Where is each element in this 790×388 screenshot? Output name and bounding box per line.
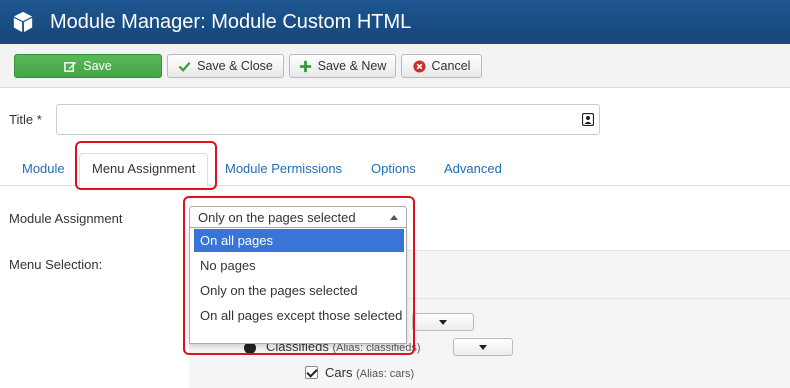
tab-options[interactable]: Options [371, 161, 416, 176]
caret-down-icon [479, 345, 487, 350]
menu-item-cars[interactable]: Cars (Alias: cars) [325, 365, 414, 380]
title-field[interactable] [56, 104, 600, 135]
save-button[interactable]: Save [14, 54, 162, 78]
option-no-pages[interactable]: No pages [194, 258, 404, 273]
cars-checkbox[interactable] [305, 366, 318, 379]
title-field-label: Title * [9, 112, 42, 127]
option-all-except-selected[interactable]: On all pages except those selected [194, 308, 404, 323]
module-assignment-label: Module Assignment [9, 211, 123, 226]
option-on-all-pages[interactable]: On all pages [194, 229, 404, 252]
option-only-selected[interactable]: Only on the pages selected [194, 283, 404, 298]
tab-menu-assignment[interactable]: Menu Assignment [79, 153, 209, 187]
menu-selection-label: Menu Selection: [9, 257, 103, 272]
checkmark-icon [178, 61, 191, 72]
page-header: Module Manager: Module Custom HTML [0, 0, 790, 44]
cancel-button-label: Cancel [431, 59, 471, 73]
save-new-button-label: Save & New [317, 59, 387, 73]
module-assignment-dropdown: On all pages No pages Only on the pages … [189, 228, 407, 344]
menu-item-alias: (Alias: cars) [356, 368, 415, 380]
tab-advanced[interactable]: Advanced [444, 161, 502, 176]
plus-icon [299, 60, 311, 72]
cancel-button[interactable]: Cancel [401, 54, 482, 78]
id-card-icon [582, 113, 594, 126]
save-new-button[interactable]: Save & New [289, 54, 396, 78]
edit-icon [64, 61, 77, 72]
page-title: Module Manager: Module Custom HTML [50, 10, 412, 33]
selected-value: Only on the pages selected [198, 210, 356, 225]
caret-down-icon [439, 320, 447, 325]
toolbar: Save Save & Close Save & New Cancel [0, 44, 790, 88]
tab-bar: Module Menu Assignment Module Permission… [0, 153, 790, 187]
module-assignment-select[interactable]: Only on the pages selected [189, 206, 407, 228]
save-close-button-label: Save & Close [197, 59, 273, 73]
cancel-icon [412, 59, 426, 73]
tab-module-permissions[interactable]: Module Permissions [225, 161, 342, 176]
tab-module[interactable]: Module [22, 161, 65, 176]
save-close-button[interactable]: Save & Close [167, 54, 284, 78]
chevron-up-icon [390, 215, 398, 220]
cube-icon [13, 11, 33, 33]
classifieds-toggle-button[interactable] [453, 338, 513, 356]
save-button-label: Save [83, 59, 112, 73]
menu-item-name: Cars [325, 365, 353, 380]
menu-toggle-button[interactable] [412, 313, 474, 331]
